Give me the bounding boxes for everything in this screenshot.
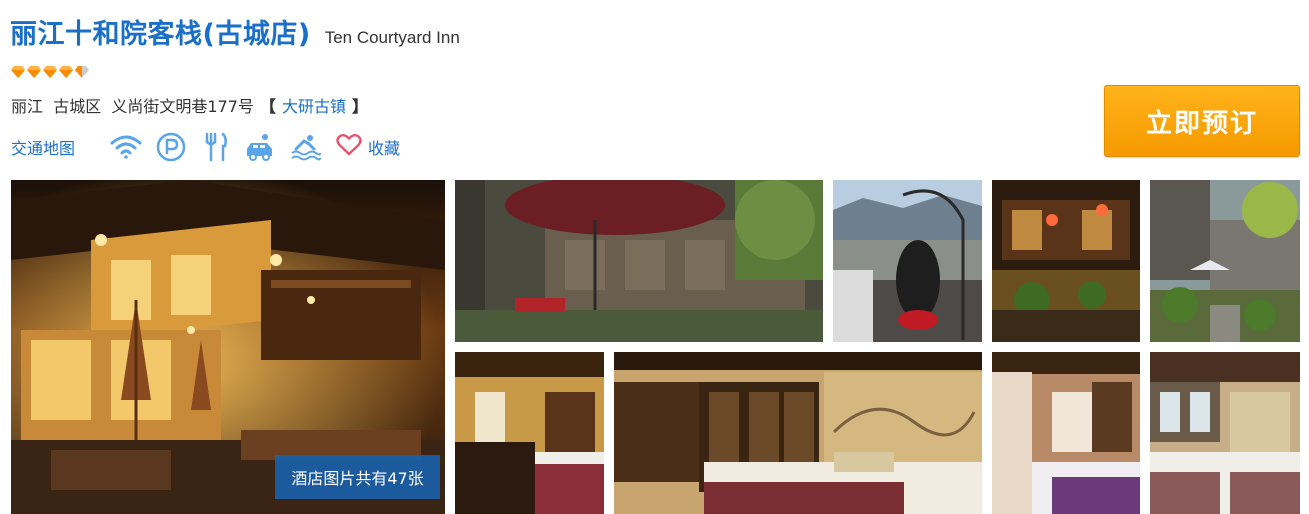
photo-courtyard-lanterns[interactable] <box>992 180 1140 342</box>
hotel-title-row: 丽江十和院客栈(古城店) Ten Courtyard Inn <box>10 12 460 51</box>
book-now-button[interactable]: 立即预订 <box>1104 85 1300 157</box>
photo-room-single-bed[interactable] <box>455 352 604 514</box>
bracket-close: 】 <box>351 97 368 116</box>
traffic-map-link[interactable]: 交通地图 <box>11 135 75 159</box>
amenity-row: 交通地图 收藏 <box>11 130 400 164</box>
wifi-icon <box>109 130 143 164</box>
airport-shuttle-icon <box>244 130 278 164</box>
pool-icon <box>289 130 323 164</box>
heart-icon <box>336 133 362 161</box>
photo-garden-courtyard[interactable] <box>1150 180 1300 342</box>
favorite-label: 收藏 <box>368 139 401 158</box>
diamond-icon <box>27 66 41 78</box>
area-link[interactable]: 大研古镇 <box>282 93 346 117</box>
address-district: 古城区 <box>53 97 102 116</box>
half-diamond-icon <box>75 66 89 78</box>
favorite-button[interactable]: 收藏 <box>336 133 400 161</box>
photo-room-bed-lamp[interactable] <box>992 352 1140 514</box>
diamond-icon <box>59 66 73 78</box>
diamond-rating <box>11 66 89 78</box>
hotel-name: 丽江十和院客栈(古城店) <box>10 19 311 50</box>
parking-icon <box>154 130 188 164</box>
photo-count-badge[interactable]: 酒店图片共有47张 <box>275 455 440 499</box>
address-street: 义尚街文明巷177号 <box>111 97 254 116</box>
photo-room-double-bed-mural[interactable] <box>614 352 982 514</box>
restaurant-icon <box>199 130 233 164</box>
photo-swing-chair-mountain[interactable] <box>833 180 982 342</box>
address-city: 丽江 <box>11 97 44 116</box>
hotel-english-name: Ten Courtyard Inn <box>324 28 460 47</box>
bracket-open: 【 <box>259 97 276 116</box>
diamond-icon <box>43 66 57 78</box>
photo-terrace-umbrella[interactable] <box>455 180 823 342</box>
photo-room-twin-beds[interactable] <box>1150 352 1300 514</box>
hotel-address: 丽江 古城区 义尚街文明巷177号 【 大研古镇 】 <box>11 93 374 117</box>
diamond-icon <box>11 66 25 78</box>
